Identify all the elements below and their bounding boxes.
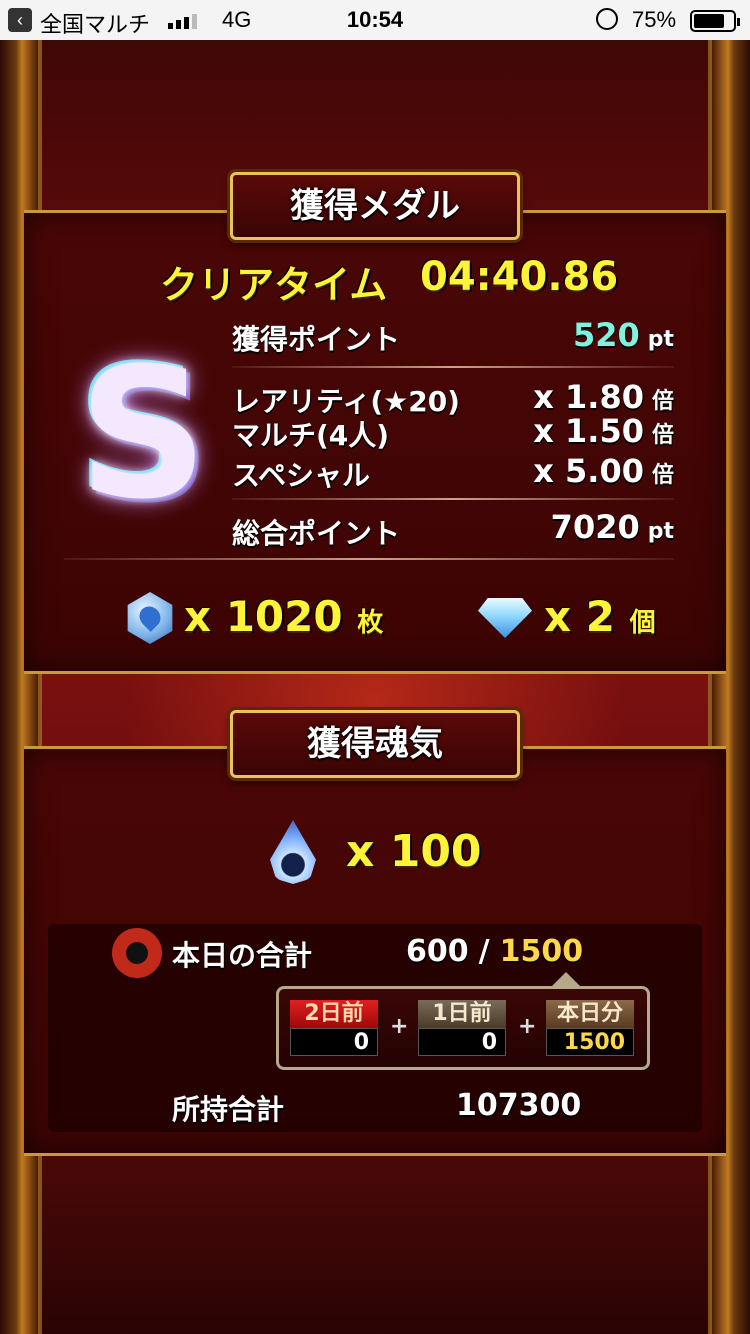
breakdown-label: 2日前 [290, 1000, 378, 1028]
gem-count-value: x 2 [544, 592, 615, 641]
owned-total-label: 所持合計 [172, 1093, 285, 1126]
clear-time-label: クリアタイム [160, 263, 388, 307]
multiplier-label-multi: マルチ(4人) [232, 419, 390, 452]
breakdown-label: 本日分 [546, 1000, 634, 1028]
soul-count: x 100 [346, 826, 482, 877]
clear-time-value: 04:40.86 [420, 254, 619, 300]
medal-count-value: x 1020 [184, 592, 343, 641]
today-separator: / [478, 934, 490, 969]
earned-points-value: 520 [572, 316, 640, 354]
multiplier-unit: 倍 [651, 463, 674, 488]
earned-points-row: 520 pt [573, 316, 674, 354]
medal-unit: 枚 [357, 608, 384, 638]
today-total-label: 本日の合計 [172, 939, 313, 972]
medal-panel-title: 獲得メダル [230, 172, 520, 240]
gem-unit: 個 [629, 608, 656, 638]
medal-count: x 1020 枚 [184, 592, 383, 641]
plus-sign: + [390, 1014, 409, 1039]
total-points-value: 7020 [550, 508, 640, 546]
multiplier-value: x 1.50 [533, 412, 644, 450]
owned-total-value: 107300 [456, 1088, 582, 1123]
breakdown-value: 0 [418, 1028, 506, 1056]
breakdown-cell-2days-ago: 2日前 0 [290, 1000, 378, 1058]
breakdown-cell-today: 本日分 1500 [546, 1000, 634, 1058]
battery-icon [690, 10, 740, 32]
multiplier-unit: 倍 [651, 389, 674, 414]
crest-icon [112, 928, 162, 978]
pt-unit: pt [647, 327, 674, 352]
multiplier-unit: 倍 [651, 423, 674, 448]
battery-percent: 75% [632, 7, 677, 32]
multiplier-row-rarity: x 1.80 倍 [533, 378, 674, 416]
divider [232, 498, 674, 500]
divider [232, 366, 674, 368]
today-total-value: 600 / 1500 [406, 934, 583, 969]
breakdown-value: 0 [290, 1028, 378, 1056]
total-points-label: 総合ポイント [232, 517, 401, 550]
divider [64, 558, 674, 560]
pt-unit: pt [647, 519, 674, 544]
earned-points-label: 獲得ポイント [232, 323, 401, 356]
multiplier-value: x 5.00 [533, 452, 644, 490]
multiplier-value: x 1.80 [533, 378, 644, 416]
total-points-row: 7020 pt [551, 508, 674, 546]
gem-count: x 2 個 [544, 592, 656, 641]
soul-panel-title: 獲得魂気 [230, 710, 520, 778]
breakdown-cell-1day-ago: 1日前 0 [418, 1000, 506, 1058]
plus-sign: + [518, 1014, 537, 1039]
status-bar: ‹ 全国マルチ 4G 10:54 75% [0, 0, 750, 40]
rank-s-badge: S [78, 330, 208, 539]
rotation-lock-icon [596, 8, 618, 30]
breakdown-value: 1500 [546, 1028, 634, 1056]
today-max: 1500 [499, 934, 584, 969]
multiplier-row-special: x 5.00 倍 [533, 452, 674, 490]
multiplier-label-special: スペシャル [232, 459, 371, 492]
breakdown-label: 1日前 [418, 1000, 506, 1028]
multiplier-row-multi: x 1.50 倍 [533, 412, 674, 450]
today-current: 600 [406, 934, 469, 969]
